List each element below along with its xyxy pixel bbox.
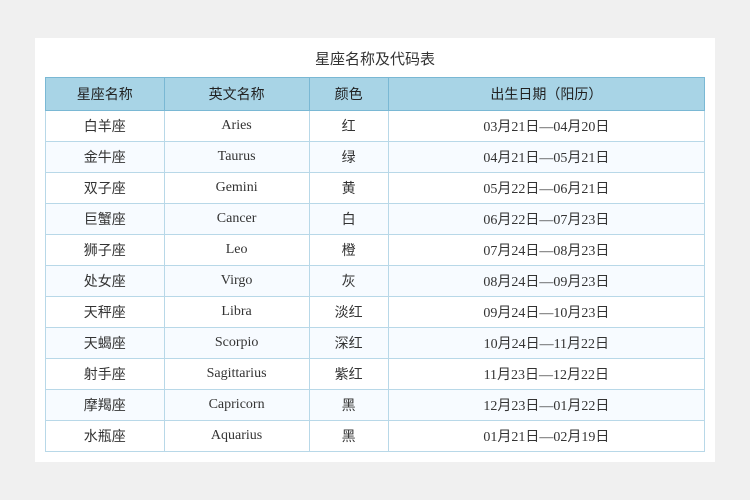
cell-date: 11月23日—12月22日 (388, 359, 704, 390)
cell-english: Virgo (164, 266, 309, 297)
cell-name: 摩羯座 (46, 390, 165, 421)
header-color: 颜色 (309, 78, 388, 111)
main-container: 星座名称及代码表 星座名称 英文名称 颜色 出生日期（阳历） 白羊座 Aries… (35, 38, 715, 462)
page-title: 星座名称及代码表 (45, 48, 705, 69)
cell-date: 10月24日—11月22日 (388, 328, 704, 359)
cell-english: Aries (164, 111, 309, 142)
table-row: 天秤座 Libra 淡红 09月24日—10月23日 (46, 297, 705, 328)
cell-english: Cancer (164, 204, 309, 235)
cell-name: 天蝎座 (46, 328, 165, 359)
cell-date: 08月24日—09月23日 (388, 266, 704, 297)
cell-color: 白 (309, 204, 388, 235)
table-row: 白羊座 Aries 红 03月21日—04月20日 (46, 111, 705, 142)
cell-color: 黄 (309, 173, 388, 204)
table-row: 处女座 Virgo 灰 08月24日—09月23日 (46, 266, 705, 297)
cell-color: 黑 (309, 421, 388, 452)
cell-english: Scorpio (164, 328, 309, 359)
cell-date: 06月22日—07月23日 (388, 204, 704, 235)
header-english: 英文名称 (164, 78, 309, 111)
cell-name: 水瓶座 (46, 421, 165, 452)
cell-english: Taurus (164, 142, 309, 173)
cell-color: 淡红 (309, 297, 388, 328)
cell-name: 射手座 (46, 359, 165, 390)
table-row: 金牛座 Taurus 绿 04月21日—05月21日 (46, 142, 705, 173)
cell-english: Libra (164, 297, 309, 328)
cell-english: Gemini (164, 173, 309, 204)
cell-color: 深红 (309, 328, 388, 359)
cell-english: Leo (164, 235, 309, 266)
cell-color: 灰 (309, 266, 388, 297)
cell-color: 紫红 (309, 359, 388, 390)
cell-english: Capricorn (164, 390, 309, 421)
header-birthday: 出生日期（阳历） (388, 78, 704, 111)
table-row: 天蝎座 Scorpio 深红 10月24日—11月22日 (46, 328, 705, 359)
cell-english: Sagittarius (164, 359, 309, 390)
cell-date: 05月22日—06月21日 (388, 173, 704, 204)
table-row: 水瓶座 Aquarius 黑 01月21日—02月19日 (46, 421, 705, 452)
cell-name: 金牛座 (46, 142, 165, 173)
header-name: 星座名称 (46, 78, 165, 111)
cell-name: 巨蟹座 (46, 204, 165, 235)
cell-name: 处女座 (46, 266, 165, 297)
table-row: 狮子座 Leo 橙 07月24日—08月23日 (46, 235, 705, 266)
cell-date: 03月21日—04月20日 (388, 111, 704, 142)
cell-name: 双子座 (46, 173, 165, 204)
cell-date: 12月23日—01月22日 (388, 390, 704, 421)
cell-color: 黑 (309, 390, 388, 421)
cell-date: 01月21日—02月19日 (388, 421, 704, 452)
table-row: 双子座 Gemini 黄 05月22日—06月21日 (46, 173, 705, 204)
table-row: 射手座 Sagittarius 紫红 11月23日—12月22日 (46, 359, 705, 390)
cell-date: 07月24日—08月23日 (388, 235, 704, 266)
cell-english: Aquarius (164, 421, 309, 452)
cell-date: 04月21日—05月21日 (388, 142, 704, 173)
cell-date: 09月24日—10月23日 (388, 297, 704, 328)
table-header-row: 星座名称 英文名称 颜色 出生日期（阳历） (46, 78, 705, 111)
zodiac-table: 星座名称 英文名称 颜色 出生日期（阳历） 白羊座 Aries 红 03月21日… (45, 77, 705, 452)
cell-color: 绿 (309, 142, 388, 173)
cell-name: 白羊座 (46, 111, 165, 142)
table-row: 巨蟹座 Cancer 白 06月22日—07月23日 (46, 204, 705, 235)
cell-name: 狮子座 (46, 235, 165, 266)
cell-color: 橙 (309, 235, 388, 266)
cell-name: 天秤座 (46, 297, 165, 328)
table-row: 摩羯座 Capricorn 黑 12月23日—01月22日 (46, 390, 705, 421)
cell-color: 红 (309, 111, 388, 142)
